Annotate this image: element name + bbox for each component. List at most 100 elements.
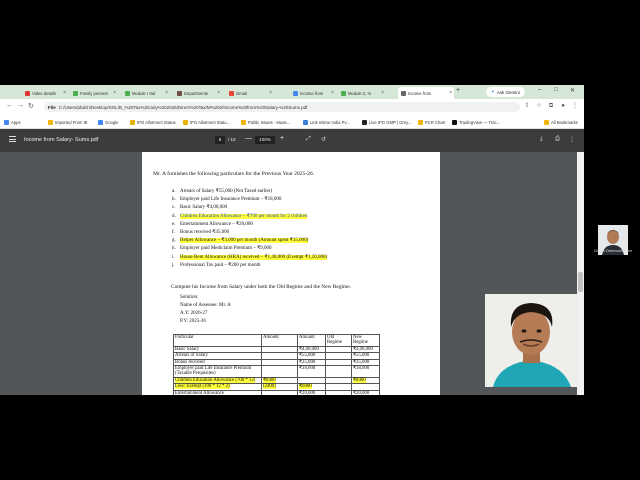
tab-favicon-icon <box>401 90 406 96</box>
bookmark-item[interactable]: Link Intime India Pv... <box>303 118 350 126</box>
pdf-more-icon[interactable]: ⋮ <box>569 136 575 143</box>
zoom-in-button[interactable]: + <box>280 135 284 142</box>
list-item-text: Arrears of Salary ₹55,000 (Not Taxed ear… <box>180 189 273 194</box>
ask-gemini-button[interactable]: ✦ Ask Gemini <box>486 87 525 97</box>
tab-close-icon[interactable]: × <box>269 90 272 96</box>
cell-text: Less: Exempt (100 * 12 * 2) <box>175 384 230 390</box>
list-item-marker: h. <box>172 246 176 252</box>
bookmark-item[interactable]: IPO Allotment Statu... <box>183 118 230 126</box>
address-bar[interactable]: File C:/Users/phdch/Desktop/SOL/B_%20Tax… <box>44 102 520 112</box>
zoom-out-button[interactable]: — <box>245 135 252 142</box>
tab-label: Gmail <box>236 90 247 96</box>
cell-text: ₹35,000 <box>299 359 316 365</box>
bookmark-icon <box>98 119 103 125</box>
cell-amount-2: ₹20,000 <box>297 389 326 395</box>
cell-text: Entertainment Allowance <box>175 390 224 395</box>
tab-close-icon[interactable]: × <box>63 90 66 96</box>
computation-table: Particular Amount Amount Old Regime New … <box>173 334 380 395</box>
tab-close-icon[interactable]: × <box>165 90 168 96</box>
bookmark-icon <box>362 119 367 125</box>
browser-tab[interactable]: Video details × <box>22 87 68 99</box>
bookmark-item[interactable]: Imported From IE <box>48 118 88 126</box>
pdf-scrollbar[interactable] <box>577 152 584 395</box>
cell-text: Children Education Allowance (700 * 12) <box>175 377 256 383</box>
browser-tab[interactable]: Income from × <box>290 87 336 99</box>
tab-close-icon[interactable]: × <box>113 90 116 96</box>
list-item-text: Professional Tax paid – ₹200 per month <box>180 262 261 268</box>
cell-text: Basic Salary <box>175 346 200 352</box>
rotate-icon[interactable]: ↺ <box>321 136 326 143</box>
list-item: j. Professional Tax paid – ₹200 per month <box>172 262 261 268</box>
bookmark-item[interactable]: PCR Chart <box>418 118 445 126</box>
cell-text: ₹8400 <box>263 377 276 383</box>
browser-tab[interactable]: Module I Sal × <box>122 87 170 99</box>
bookmark-icon <box>452 119 457 125</box>
bookmark-star-icon[interactable]: ☆ <box>536 103 542 109</box>
cell-text: ₹55,000 <box>299 353 316 359</box>
bookmark-icon <box>48 119 53 125</box>
bookmark-item[interactable]: Live IPO GMP | Grey... <box>362 118 411 126</box>
tab-favicon-icon <box>293 90 298 96</box>
page-total: / 10 <box>228 137 236 142</box>
profile-avatar-icon[interactable]: ● <box>560 103 566 109</box>
bookmark-item[interactable]: IPO Allotment Status <box>130 118 176 126</box>
tab-close-icon[interactable]: × <box>217 90 220 96</box>
bookmark-item[interactable]: Apps <box>4 118 21 126</box>
fit-page-icon[interactable]: ⤢ <box>306 136 311 143</box>
tab-favicon-icon <box>125 90 130 96</box>
browser-tab[interactable]: Gmail × <box>226 87 274 99</box>
bookmark-label: Imported From IE <box>55 119 88 125</box>
url-scheme-chip[interactable]: File <box>48 105 56 110</box>
bookmark-label: Google <box>105 119 119 125</box>
bookmark-item[interactable]: TradingView — Trac... <box>452 118 500 126</box>
scrollbar-thumb[interactable] <box>578 272 583 292</box>
col-new-regime: New Regime <box>351 334 380 347</box>
bookmark-icon <box>544 119 549 125</box>
print-icon[interactable]: ⎙ <box>555 136 560 143</box>
bookmark-item[interactable]: Public Issues - Maas... <box>241 118 290 126</box>
tab-close-icon[interactable]: × <box>381 90 384 96</box>
cell-text: ₹8400 <box>353 377 366 383</box>
tab-label: Family pension <box>80 90 109 96</box>
list-item-marker: d. <box>172 213 176 219</box>
tab-close-icon[interactable]: × <box>331 90 334 96</box>
bookmark-item[interactable]: All Bookmarks <box>544 118 578 126</box>
tab-favicon-icon <box>73 90 78 96</box>
page-number-input[interactable]: 6 <box>215 136 225 144</box>
share-icon[interactable]: ⇪ <box>524 103 530 109</box>
cell-text: Bonus received <box>175 359 205 365</box>
navigation-bar: ← → ↻ File C:/Users/phdch/Desktop/SOL/B_… <box>0 99 584 115</box>
forward-icon[interactable]: → <box>17 102 24 109</box>
list-item: e. Entertainment Allowance – ₹20,000 <box>172 221 253 227</box>
tab-label: Module 2, In <box>348 90 372 96</box>
browser-tab[interactable]: Family pension × <box>70 87 118 99</box>
list-item-text: Basic Salary ₹4,00,000 <box>180 205 228 211</box>
zoom-level-input[interactable]: 100% <box>255 136 275 144</box>
browser-tab[interactable]: Departments × <box>174 87 222 99</box>
cell-text: ₹4,00,000 <box>353 346 373 352</box>
extensions-icon[interactable]: ⧉ <box>548 103 554 109</box>
cell-text: Employer paid Life Insurance Premium (Ta… <box>175 366 252 377</box>
pdf-menu-icon[interactable] <box>9 136 16 142</box>
col-amount-2: Amount <box>297 334 326 347</box>
back-icon[interactable]: ← <box>6 102 13 109</box>
cell-amount-2: ₹18,000 <box>297 365 326 378</box>
browser-tab[interactable]: Income from × <box>398 87 454 99</box>
tab-close-icon[interactable]: × <box>449 90 452 96</box>
list-item-text: Bonus received ₹35,000 <box>180 230 230 235</box>
list-item: c. Basic Salary ₹4,00,000 <box>172 204 227 210</box>
minimize-icon[interactable]: – <box>538 87 541 93</box>
download-icon[interactable]: ⤓ <box>540 136 543 143</box>
new-tab-button[interactable]: + <box>456 87 460 94</box>
bookmark-item[interactable]: Google <box>98 118 119 126</box>
list-item: b. Employer paid Life Insurance Premium –… <box>172 196 281 202</box>
cell-text: ₹35,000 <box>353 359 370 365</box>
reload-icon[interactable]: ↻ <box>28 102 34 110</box>
tab-label: Video details <box>32 90 56 96</box>
browser-menu-icon[interactable]: ⋮ <box>572 103 578 109</box>
list-item-marker: e. <box>172 221 176 227</box>
maximize-icon[interactable]: □ <box>554 87 558 93</box>
question-intro: Mr. A furnishes the following particular… <box>153 171 315 177</box>
browser-tab[interactable]: Module 2, In × <box>338 87 386 99</box>
close-window-icon[interactable]: ✕ <box>570 87 575 94</box>
